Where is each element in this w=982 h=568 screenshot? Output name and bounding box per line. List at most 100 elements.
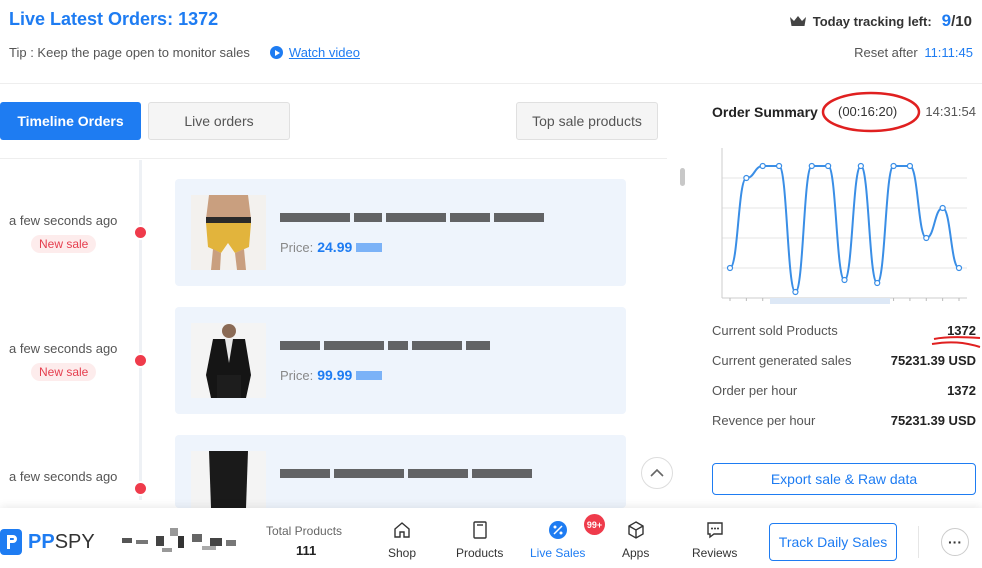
percent-icon — [548, 521, 567, 539]
tracking-left: 9 — [941, 11, 952, 30]
watch-video-label: Watch video — [288, 45, 360, 60]
order-time: a few seconds ago — [9, 469, 118, 484]
brand-pp: PP — [28, 530, 55, 553]
chart-series-line — [729, 164, 960, 294]
product-image — [191, 323, 266, 398]
chart-point — [825, 162, 832, 170]
chart-range-slider — [770, 298, 890, 304]
orders-line-chart — [721, 148, 967, 304]
chart-point — [939, 204, 946, 212]
order-card[interactable]: Price: 24.99 — [175, 179, 626, 286]
scrollbar-thumb[interactable] — [680, 168, 685, 186]
chat-icon — [706, 522, 723, 539]
tab-top-sale-products[interactable]: Top sale products — [516, 102, 658, 140]
new-sale-badge: New sale — [31, 363, 97, 381]
tab-live-orders[interactable]: Live orders — [148, 102, 290, 140]
header-divider — [0, 83, 982, 84]
nav-live-sales[interactable]: Live Sales — [530, 520, 585, 560]
bottom-bar: PPSPY Total Products 111 Shop Products — [0, 508, 982, 568]
tabs-divider — [0, 158, 667, 159]
nav-shop[interactable]: Shop — [388, 520, 416, 560]
cube-icon — [627, 521, 644, 539]
stat-label: Order per hour — [712, 383, 798, 398]
track-daily-sales-button[interactable]: Track Daily Sales — [769, 523, 897, 561]
currency-blurred — [356, 242, 383, 252]
new-sale-badge: New sale — [31, 235, 97, 253]
play-icon — [269, 46, 283, 59]
red-annotation-circle — [821, 91, 921, 133]
nav-reviews[interactable]: Reviews — [692, 520, 737, 560]
chart-point — [955, 264, 963, 272]
bottom-divider — [918, 526, 919, 558]
reset-timer: Reset after 11:11:45 — [854, 45, 973, 60]
nav-label: Shop — [388, 546, 417, 560]
page-title: Live Latest Orders: 1372 — [9, 9, 218, 30]
product-title-blurred — [280, 469, 532, 478]
brand-spy: SPY — [54, 530, 95, 553]
price-value: 24.99 — [317, 239, 353, 255]
tab-timeline-orders[interactable]: Timeline Orders — [0, 102, 141, 140]
chart-point — [841, 276, 848, 284]
ppspy-logo: PP SPY — [0, 529, 95, 555]
home-icon — [394, 522, 410, 538]
reset-time: 11:11:45 — [924, 45, 973, 60]
price-row: Price: 24.99 — [280, 239, 383, 255]
total-products-value: 111 — [296, 543, 317, 558]
nav-products[interactable]: Products — [456, 520, 503, 560]
red-annotation-scribble — [931, 336, 981, 348]
product-title-blurred — [280, 213, 544, 222]
order-time: a few seconds ago — [9, 213, 118, 228]
summary-time: 14:31:54 — [925, 104, 976, 119]
timeline-line — [139, 160, 142, 500]
nav-label: Live Sales — [530, 546, 586, 560]
tip-row: Tip : Keep the page open to monitor sale… — [9, 45, 360, 60]
tracking-label: Today tracking left: — [812, 13, 932, 29]
ppspy-logo-icon — [0, 529, 22, 555]
crown-icon — [789, 16, 806, 26]
stat-label: Current sold Products — [712, 323, 838, 338]
currency-blurred — [356, 370, 383, 380]
chart-point — [743, 174, 750, 182]
reset-label: Reset after — [854, 45, 918, 60]
scroll-top-button[interactable] — [641, 457, 673, 489]
price-label: Price: — [280, 239, 314, 255]
more-options-button[interactable]: ··· — [941, 528, 969, 556]
nav-label: Apps — [622, 546, 650, 560]
tracking-total: /10 — [951, 12, 972, 30]
timeline-dot — [133, 353, 148, 368]
stat-value: 75231.39 USD — [890, 353, 976, 368]
chart-point — [808, 162, 815, 170]
page-title-label: Live Latest Orders: — [9, 9, 174, 29]
total-products-label: Total Products — [266, 524, 343, 538]
stat-value: 75231.39 USD — [890, 413, 976, 428]
box-icon — [472, 521, 487, 539]
product-image — [191, 195, 266, 270]
nav-label: Reviews — [692, 546, 738, 560]
chart-point — [906, 162, 914, 170]
order-summary-title: Order Summary — [712, 104, 818, 120]
chart-point — [726, 264, 734, 272]
order-card[interactable] — [175, 435, 626, 508]
order-card[interactable]: Price: 99.99 — [175, 307, 626, 414]
nav-apps[interactable]: Apps — [622, 520, 649, 560]
product-image — [191, 451, 266, 508]
chart-point — [874, 279, 881, 287]
price-label: Price: — [280, 367, 314, 383]
chart-point — [759, 162, 766, 170]
export-data-button[interactable]: Export sale & Raw data — [712, 463, 976, 495]
product-title-blurred — [280, 341, 490, 350]
chevron-up-icon — [650, 468, 664, 477]
timeline-dot — [133, 225, 148, 240]
chart-point — [890, 162, 897, 170]
chart-point — [857, 162, 864, 170]
nav-label: Products — [456, 546, 504, 560]
price-value: 99.99 — [317, 367, 353, 383]
watch-video-link[interactable]: Watch video — [269, 45, 360, 60]
tracking-status: Today tracking left: 9 /10 — [789, 11, 972, 31]
chart-point — [923, 234, 930, 242]
chart-point — [792, 288, 799, 296]
app-root: Live Latest Orders: 1372 Tip : Keep the … — [0, 0, 982, 568]
stat-value: 1372 — [947, 383, 976, 398]
order-count: 1372 — [178, 9, 219, 29]
timeline-dot — [133, 481, 148, 496]
